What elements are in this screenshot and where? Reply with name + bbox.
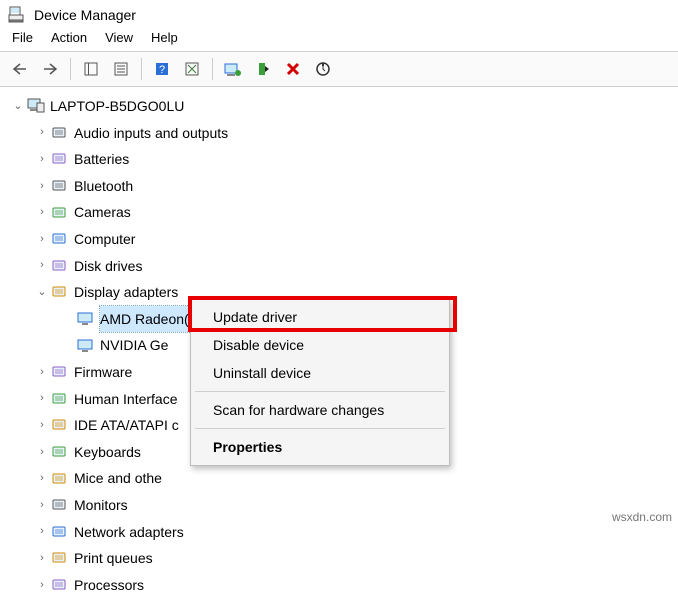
tree-item[interactable]: › Network adapters bbox=[6, 519, 674, 546]
context-menu: Update driver Disable device Uninstall d… bbox=[190, 298, 450, 466]
help-button[interactable]: ? bbox=[148, 56, 176, 82]
category-icon bbox=[50, 576, 70, 594]
tree-item-label: Audio inputs and outputs bbox=[74, 120, 228, 147]
tree-item-label: Display adapters bbox=[74, 279, 178, 306]
ctx-update-driver[interactable]: Update driver bbox=[193, 303, 447, 331]
category-icon bbox=[50, 549, 70, 567]
expand-icon[interactable]: › bbox=[34, 149, 50, 170]
toolbar-separator bbox=[141, 58, 142, 80]
expand-icon[interactable]: › bbox=[34, 468, 50, 489]
category-icon bbox=[50, 443, 70, 461]
menu-file[interactable]: File bbox=[12, 30, 33, 45]
expand-icon[interactable]: › bbox=[34, 521, 50, 542]
tree-child-label: NVIDIA Ge bbox=[100, 332, 168, 359]
forward-button[interactable] bbox=[36, 56, 64, 82]
tree-item-label: Print queues bbox=[74, 545, 153, 572]
tree-item[interactable]: › Disk drives bbox=[6, 253, 674, 280]
menu-action[interactable]: Action bbox=[51, 30, 87, 45]
uninstall-button[interactable] bbox=[279, 56, 307, 82]
tree-item-label: Monitors bbox=[74, 492, 128, 519]
tree-item[interactable]: › Monitors bbox=[6, 492, 674, 519]
svg-text:?: ? bbox=[159, 64, 165, 76]
category-icon bbox=[50, 523, 70, 541]
category-icon bbox=[50, 390, 70, 408]
ctx-scan-hardware[interactable]: Scan for hardware changes bbox=[193, 396, 447, 424]
scan-button-2[interactable] bbox=[178, 56, 206, 82]
expand-icon[interactable]: › bbox=[34, 255, 50, 276]
tree-item[interactable]: › Mice and othe bbox=[6, 465, 674, 492]
ctx-separator bbox=[195, 428, 445, 429]
category-icon bbox=[50, 204, 70, 222]
tree-root-label: LAPTOP-B5DGO0LU bbox=[50, 93, 184, 120]
tree-item[interactable]: › Batteries bbox=[6, 146, 674, 173]
ctx-disable-device[interactable]: Disable device bbox=[193, 331, 447, 359]
expand-icon[interactable]: › bbox=[34, 388, 50, 409]
tree-item[interactable]: › Print queues bbox=[6, 545, 674, 572]
update-driver-button[interactable] bbox=[219, 56, 247, 82]
category-icon bbox=[50, 257, 70, 275]
properties-button[interactable] bbox=[107, 56, 135, 82]
tree-item-label: Human Interface bbox=[74, 386, 178, 413]
tree-item-label: Network adapters bbox=[74, 519, 184, 546]
category-icon bbox=[50, 470, 70, 488]
menu-view[interactable]: View bbox=[105, 30, 133, 45]
tree-item[interactable]: › Bluetooth bbox=[6, 173, 674, 200]
title-bar: Device Manager bbox=[0, 0, 678, 28]
show-hidden-button[interactable] bbox=[77, 56, 105, 82]
category-icon bbox=[50, 150, 70, 168]
ctx-separator bbox=[195, 391, 445, 392]
tree-item-label: Computer bbox=[74, 226, 135, 253]
toolbar-separator bbox=[70, 58, 71, 80]
display-adapter-icon bbox=[76, 337, 96, 355]
expand-icon[interactable]: › bbox=[34, 415, 50, 436]
category-icon bbox=[50, 496, 70, 514]
tree-item[interactable]: › Processors bbox=[6, 572, 674, 599]
tree-item[interactable]: › Computer bbox=[6, 226, 674, 253]
category-icon bbox=[50, 177, 70, 195]
tree-item-label: IDE ATA/ATAPI c bbox=[74, 412, 179, 439]
category-icon bbox=[50, 230, 70, 248]
category-icon bbox=[50, 283, 70, 301]
tree-item-label: Cameras bbox=[74, 199, 131, 226]
enable-device-button[interactable] bbox=[249, 56, 277, 82]
expand-icon[interactable]: › bbox=[34, 229, 50, 250]
tree-item-label: Disk drives bbox=[74, 253, 142, 280]
expand-icon[interactable]: › bbox=[34, 575, 50, 596]
expand-icon[interactable]: › bbox=[34, 202, 50, 223]
menu-bar: File Action View Help bbox=[0, 28, 678, 51]
category-icon bbox=[50, 363, 70, 381]
category-icon bbox=[50, 416, 70, 434]
menu-help[interactable]: Help bbox=[151, 30, 178, 45]
watermark: wsxdn.com bbox=[612, 510, 672, 524]
tree-item-label: Keyboards bbox=[74, 439, 141, 466]
display-adapter-icon bbox=[76, 310, 96, 328]
window-title: Device Manager bbox=[34, 7, 136, 23]
tree-item[interactable]: › Audio inputs and outputs bbox=[6, 120, 674, 147]
toolbar-separator bbox=[212, 58, 213, 80]
collapse-icon[interactable]: ⌄ bbox=[10, 96, 26, 117]
tree-item-label: Firmware bbox=[74, 359, 132, 386]
expand-icon[interactable]: › bbox=[34, 122, 50, 143]
tree-root[interactable]: ⌄ LAPTOP-B5DGO0LU bbox=[6, 93, 674, 120]
tree-item-label: Batteries bbox=[74, 146, 129, 173]
app-icon bbox=[8, 6, 26, 24]
category-icon bbox=[50, 124, 70, 142]
back-button[interactable] bbox=[6, 56, 34, 82]
expand-icon[interactable]: › bbox=[34, 362, 50, 383]
computer-icon bbox=[26, 97, 46, 115]
ctx-properties[interactable]: Properties bbox=[193, 433, 447, 461]
expand-icon[interactable]: › bbox=[34, 495, 50, 516]
expand-icon[interactable]: › bbox=[34, 548, 50, 569]
tree-item[interactable]: › Cameras bbox=[6, 199, 674, 226]
tree-item-label: Processors bbox=[74, 572, 144, 599]
tree-item-label: Mice and othe bbox=[74, 465, 162, 492]
expand-icon[interactable]: › bbox=[34, 442, 50, 463]
scan-hardware-button[interactable] bbox=[309, 56, 337, 82]
expand-icon[interactable]: ⌄ bbox=[34, 282, 50, 303]
expand-icon[interactable]: › bbox=[34, 176, 50, 197]
tree-item-label: Bluetooth bbox=[74, 173, 133, 200]
toolbar: ? bbox=[0, 51, 678, 87]
ctx-uninstall-device[interactable]: Uninstall device bbox=[193, 359, 447, 387]
